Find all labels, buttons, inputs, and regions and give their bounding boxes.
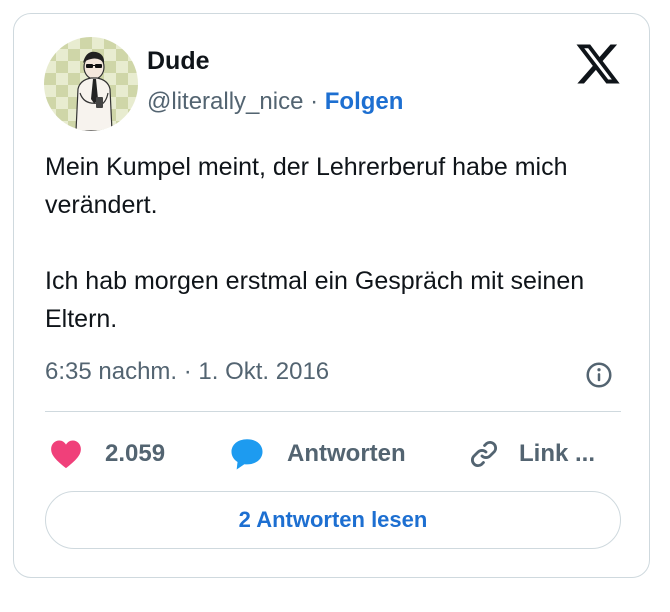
copy-link-button[interactable]: Link ...	[467, 434, 595, 474]
follow-link[interactable]: Folgen	[325, 88, 404, 115]
tweet-paragraph: Ich hab morgen erstmal ein Gespräch mit …	[45, 267, 585, 333]
reply-label: Antworten	[287, 440, 406, 467]
like-button[interactable]: 2.059	[49, 434, 165, 474]
tweet-text: Mein Kumpel meint, der Lehrerberuf habe …	[45, 148, 625, 376]
tweet-paragraph: Mein Kumpel meint, der Lehrerberuf habe …	[45, 153, 568, 219]
avatar-illustration	[75, 51, 113, 131]
read-replies-button[interactable]: 2 Antworten lesen	[45, 491, 621, 549]
heart-icon	[51, 440, 81, 469]
author-handle-row: @literally_nice · Folgen	[147, 88, 403, 116]
tweet-embed-card: Dude @literally_nice · Folgen Mein Kumpe…	[13, 13, 650, 578]
speech-bubble-icon	[231, 439, 263, 470]
author-handle[interactable]: @literally_nice	[147, 88, 303, 115]
link-icon	[470, 440, 498, 468]
avatar[interactable]	[44, 37, 138, 131]
divider	[45, 411, 621, 412]
info-icon[interactable]	[584, 360, 614, 390]
link-label: Link ...	[519, 440, 596, 467]
tweet-timestamp[interactable]: 6:35 nachm. · 1. Okt. 2016	[45, 358, 329, 386]
x-logo-icon[interactable]	[574, 40, 622, 88]
reply-button[interactable]: Antworten	[229, 434, 406, 474]
like-count: 2.059	[105, 440, 166, 467]
author-name[interactable]: Dude	[147, 47, 210, 76]
separator-dot: ·	[310, 88, 319, 115]
